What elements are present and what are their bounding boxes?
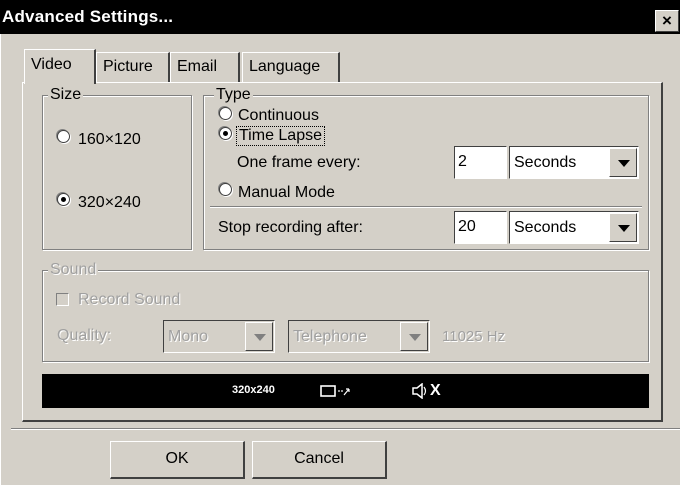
status-bar: 320x240 X [42,374,649,408]
tab-label: Video [31,56,72,73]
tab-email[interactable]: Email [170,52,240,83]
size-group [42,95,192,250]
muted-icon: X [430,382,441,399]
tab-label: Picture [103,58,153,75]
radio-320x240[interactable] [57,193,70,206]
radio-manual-mode-label[interactable]: Manual Mode [238,184,335,202]
tab-language[interactable]: Language [242,52,340,83]
resolution-readout: 320x240 [232,384,275,396]
frame-unit-select[interactable]: Seconds [509,146,639,179]
radio-continuous[interactable] [219,107,232,120]
quality-label: Quality: [57,327,112,344]
screen-arrows-icon [320,384,352,403]
radio-320x240-label[interactable]: 320×240 [78,194,141,212]
tab-label: Language [249,58,321,75]
radio-continuous-label[interactable]: Continuous [238,107,319,125]
cancel-button[interactable]: Cancel [252,441,387,479]
stop-recording-label: Stop recording after: [218,219,363,236]
tab-label: Email [177,58,218,75]
chevron-down-icon[interactable] [245,322,273,351]
window-title: Advanced Settings... [2,7,174,26]
chevron-down-icon[interactable] [400,322,428,351]
speaker-muted-icon [411,382,429,404]
channel-select[interactable]: Mono [163,320,275,353]
record-sound-label[interactable]: Record Sound [78,291,180,309]
quality-select[interactable]: Telephone [288,320,430,353]
sample-rate-label: 11025 Hz [442,328,506,345]
stop-unit-select[interactable]: Seconds [509,211,639,244]
chevron-down-icon[interactable] [609,148,637,177]
radio-manual-mode[interactable] [219,183,232,196]
close-icon: × [662,11,672,30]
chevron-down-icon[interactable] [609,213,637,242]
radio-160x120[interactable] [57,130,70,143]
frame-unit-value: Seconds [514,154,577,171]
tab-video[interactable]: Video [24,49,96,84]
divider [210,206,642,208]
radio-time-lapse[interactable] [219,127,232,140]
frame-interval-input[interactable]: 2 [454,146,507,179]
size-group-label: Size [48,86,84,104]
stop-unit-value: Seconds [514,219,577,236]
stop-recording-input[interactable]: 20 [454,211,507,244]
type-group-label: Type [214,86,253,104]
close-button[interactable]: × [655,10,679,32]
tab-picture[interactable]: Picture [96,52,170,83]
title-bar: Advanced Settings... × [0,0,680,34]
radio-time-lapse-label[interactable]: Time Lapse [236,126,325,146]
window-frame [0,34,10,485]
divider [11,428,680,430]
record-sound-checkbox[interactable] [56,293,69,306]
radio-160x120-label[interactable]: 160×120 [78,131,141,149]
channel-value: Mono [168,328,209,345]
quality-value: Telephone [293,328,367,345]
frame-interval-label: One frame every: [237,154,361,171]
sound-group-label: Sound [48,261,99,279]
ok-button[interactable]: OK [110,441,245,479]
